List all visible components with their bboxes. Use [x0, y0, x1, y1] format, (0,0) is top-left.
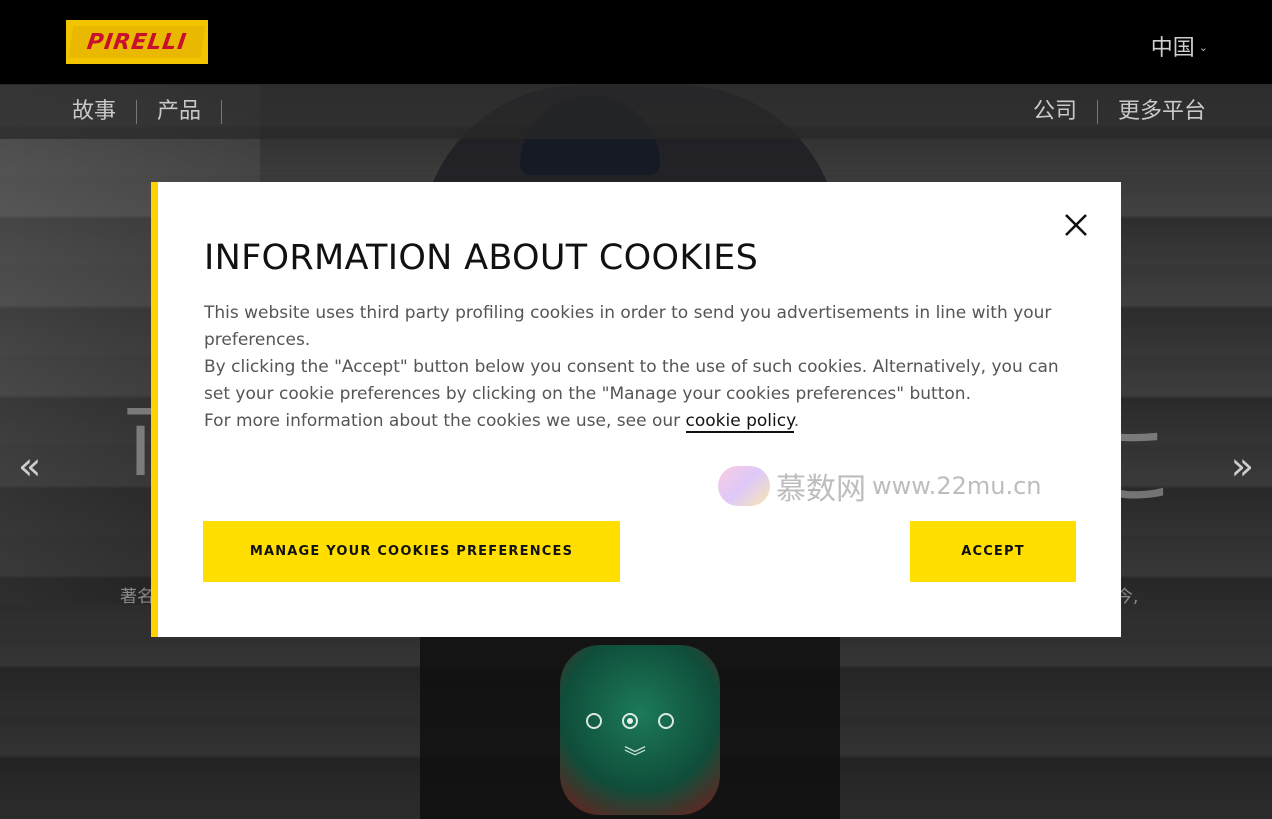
close-icon[interactable]	[1063, 212, 1089, 238]
carousel-dot-3[interactable]	[658, 713, 674, 729]
hero-title-fragment-left: ī	[128, 392, 154, 497]
cookie-paragraph-1: This website uses third party profiling …	[204, 303, 1052, 350]
cookie-paragraph-3-prefix: For more information about the cookies w…	[204, 411, 686, 431]
cookie-paragraph-3-suffix: .	[793, 411, 800, 431]
cookie-modal: INFORMATION ABOUT COOKIES This website u…	[151, 182, 1121, 637]
hero-subtitle-fragment-left: 著名	[120, 587, 154, 607]
page: ī こ 著名 今, PIRELLI 中国 ⌄ 故事 产品 公司 更多平台 « »…	[0, 0, 1272, 819]
carousel-dot-1[interactable]	[586, 713, 602, 729]
carousel-next-arrow-icon[interactable]: »	[1231, 444, 1254, 488]
carousel-dot-2-active[interactable]	[622, 713, 638, 729]
nav-item-company[interactable]: 公司	[1013, 100, 1098, 124]
cookie-modal-body: This website uses third party profiling …	[204, 300, 1074, 435]
nav-item-products[interactable]: 产品	[137, 100, 223, 124]
watermark-url: www.22mu.cn	[872, 472, 1042, 500]
accept-cookies-button[interactable]: ACCEPT	[910, 521, 1076, 582]
country-selector[interactable]: 中国 ⌄	[1151, 30, 1208, 62]
cookie-paragraph-2: By clicking the "Accept" button below yo…	[204, 357, 1059, 404]
carousel-dots	[586, 713, 674, 729]
carousel-prev-arrow-icon[interactable]: «	[18, 444, 41, 488]
hero-green-cap	[560, 645, 720, 815]
manage-cookies-button[interactable]: MANAGE YOUR COOKIES PREFERENCES	[203, 521, 620, 582]
secondary-nav-left: 故事 产品	[72, 85, 223, 139]
top-bar: PIRELLI 中国 ⌄	[0, 0, 1272, 85]
watermark-logo-icon	[718, 466, 770, 506]
cookie-paragraph-3: For more information about the cookies w…	[204, 408, 1074, 435]
country-label: 中国	[1150, 36, 1195, 61]
logo-text: PIRELLI	[68, 26, 206, 58]
watermark-name: 慕数网	[776, 472, 866, 507]
watermark: 慕数网 www.22mu.cn	[718, 464, 1041, 508]
cookie-policy-link[interactable]: cookie policy	[685, 411, 794, 433]
cookie-modal-title: INFORMATION ABOUT COOKIES	[204, 238, 759, 278]
chevron-down-icon: ⌄	[1198, 40, 1208, 54]
nav-item-stories[interactable]: 故事	[72, 100, 138, 124]
secondary-nav-right: 公司 更多平台	[1013, 85, 1206, 139]
secondary-nav: 故事 产品 公司 更多平台	[0, 85, 1272, 139]
nav-item-more-platforms[interactable]: 更多平台	[1098, 100, 1206, 124]
pirelli-logo[interactable]: PIRELLI	[66, 20, 208, 64]
scroll-down-icon[interactable]: ︾	[624, 748, 646, 770]
